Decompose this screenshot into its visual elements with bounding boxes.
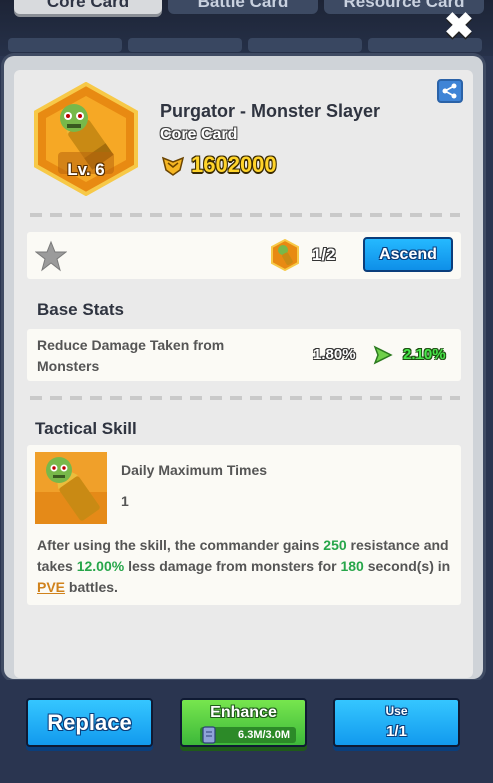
ascend-count: 1/2 xyxy=(312,245,336,264)
share-icon-svg xyxy=(442,83,457,99)
share-icon[interactable] xyxy=(437,79,463,103)
skill-limit-label: Daily Maximum Times xyxy=(121,462,268,478)
replace-button[interactable]: Replace xyxy=(26,698,153,747)
enhance-label: Enhance xyxy=(210,704,277,721)
desc-text: less damage from monsters for xyxy=(124,558,341,574)
stat-new-value: 2.10% xyxy=(403,346,446,363)
stat-old-value: 1.80% xyxy=(313,346,356,363)
desc-link[interactable]: PVE xyxy=(37,579,65,595)
close-icon[interactable]: ✖ xyxy=(441,8,477,44)
base-stats-title: Base Stats xyxy=(37,300,124,319)
card-fragment-icon xyxy=(271,239,299,271)
top-tab-bar: Core Card Battle Card Resource Card xyxy=(0,0,493,56)
star-icon xyxy=(35,240,67,272)
ascend-button[interactable]: Ascend xyxy=(363,237,453,272)
desc-highlight: 180 xyxy=(340,558,364,574)
power-icon xyxy=(161,156,185,176)
tab-label: Core Card xyxy=(46,0,130,11)
desc-text: second(s) in xyxy=(363,558,451,574)
desc-highlight: 250 xyxy=(323,537,347,553)
card-badge: Lv. 6 xyxy=(30,81,142,197)
divider xyxy=(30,396,460,400)
power-value: 1602000 xyxy=(191,152,277,177)
skill-limit-value: 1 xyxy=(121,493,129,509)
tab-core-card[interactable]: Core Card xyxy=(14,0,162,14)
arrow-right-icon xyxy=(373,345,393,365)
use-button[interactable]: Use 1/1 xyxy=(333,698,460,747)
tab-battle-card[interactable]: Battle Card xyxy=(168,0,318,14)
skill-icon xyxy=(35,452,107,524)
desc-text: battles. xyxy=(65,579,118,595)
enhance-material-icon xyxy=(202,726,216,744)
card-level: Lv. 6 xyxy=(67,160,105,179)
enhance-button[interactable]: Enhance 6.3M/3.0M xyxy=(180,698,307,747)
background-strip xyxy=(128,38,242,52)
tab-label: Battle Card xyxy=(197,0,289,11)
use-count: 1/1 xyxy=(386,723,407,740)
card-name: Purgator - Monster Slayer xyxy=(160,101,381,121)
background-strip xyxy=(248,38,362,52)
desc-text: After using the skill, the commander gai… xyxy=(37,537,324,553)
divider xyxy=(30,213,460,217)
tactical-skill-title: Tactical Skill xyxy=(35,419,137,438)
card-type: Core Card xyxy=(160,126,238,143)
stat-name: Reduce Damage Taken from Monsters xyxy=(37,337,225,374)
desc-highlight: 12.00% xyxy=(76,558,125,574)
use-label: Use xyxy=(385,704,408,718)
background-strip xyxy=(8,38,122,52)
skill-description: After using the skill, the commander gai… xyxy=(37,535,457,598)
